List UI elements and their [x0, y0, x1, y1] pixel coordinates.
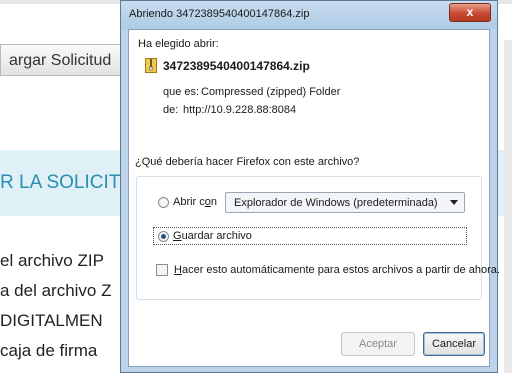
instruction-line-4: caja de firma [0, 341, 98, 360]
save-file-label[interactable]: Guardar archivo [173, 230, 252, 242]
chevron-down-icon [450, 200, 458, 205]
action-question: ¿Qué debería hacer Firefox con este arch… [133, 156, 362, 168]
banner-text: R LA SOLICIT [0, 172, 121, 193]
type-label: que es: [163, 86, 200, 98]
page-right-edge [504, 40, 512, 373]
open-file-dialog: Abriendo 3472389540400147864.zip x Ha el… [120, 0, 500, 373]
close-button[interactable]: x [449, 3, 491, 22]
from-label: de: [163, 104, 179, 116]
instruction-line-3: DIGITALMEN [0, 311, 103, 330]
instruction-line-1: el archivo ZIP [0, 251, 104, 270]
accept-button[interactable]: Aceptar [341, 332, 415, 356]
save-file-radio[interactable] [158, 231, 169, 242]
open-with-select[interactable]: Explorador de Windows (predeterminada) [225, 192, 465, 213]
open-with-radio[interactable] [158, 197, 169, 208]
dialog-title: Abriendo 3472389540400147864.zip [129, 8, 310, 20]
auto-action-checkbox[interactable] [156, 264, 168, 276]
from-value: http://10.9.228.88:8084 [183, 104, 297, 116]
cancel-button[interactable]: Cancelar [423, 332, 485, 356]
close-icon: x [466, 5, 474, 19]
dialog-body: Ha elegido abrir: 3472389540400147864.zi… [128, 29, 500, 367]
load-request-button[interactable]: argar Solicitud [0, 44, 140, 76]
instruction-line-2: a del archivo Z [0, 281, 112, 300]
zip-folder-icon [145, 58, 157, 73]
auto-action-label[interactable]: Hacer esto automáticamente para estos ar… [174, 264, 500, 276]
selected-application: Explorador de Windows (predeterminada) [234, 197, 438, 209]
file-name: 3472389540400147864.zip [163, 59, 310, 73]
dialog-titlebar[interactable]: Abriendo 3472389540400147864.zip x [121, 1, 497, 29]
type-value: Compressed (zipped) Folder [201, 86, 341, 98]
intro-label: Ha elegido abrir: [138, 38, 219, 50]
open-with-label[interactable]: Abrir con [173, 196, 217, 208]
